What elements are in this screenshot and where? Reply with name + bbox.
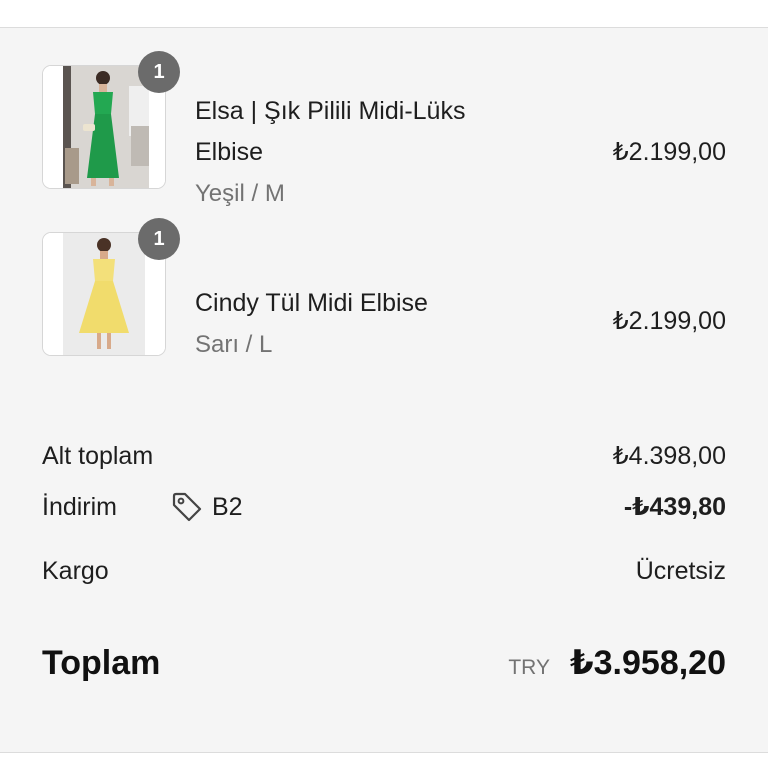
discount-code-chip: B2 (170, 490, 243, 524)
total-amount-group: TRY ₺3.958,20 (508, 638, 726, 693)
discount-label: İndirim (42, 493, 118, 521)
total-label: Toplam (42, 644, 161, 682)
total-value: ₺3.958,20 (569, 644, 726, 682)
shipping-label: Kargo (42, 557, 109, 585)
shipping-value: Ücretsiz (635, 557, 726, 585)
item-name: Cindy Tül Midi Elbise (195, 289, 428, 317)
discount-value: -₺439,80 (623, 493, 726, 521)
discount-row: İndirim B2 -₺439,80 (42, 490, 726, 524)
product-thumbnail-wrapper: 1 (42, 218, 180, 356)
subtotal-row: Alt toplam ₺4.398,00 (42, 439, 726, 473)
item-price: ₺2.199,00 (612, 307, 726, 335)
item-name: Elsa | Şık Pilili Midi-Lüks Elbise (195, 97, 466, 166)
discount-code: B2 (212, 493, 243, 521)
item-variant: Yeşil / M (195, 180, 285, 207)
item-price: ₺2.199,00 (612, 138, 726, 166)
tag-icon (172, 492, 202, 522)
subtotal-label: Alt toplam (42, 442, 154, 470)
currency-code: TRY (508, 656, 550, 679)
quantity-badge: 1 (138, 218, 180, 260)
product-thumbnail-wrapper: 1 (42, 51, 180, 189)
item-info: Cindy Tül Midi Elbise Sarı / L (195, 283, 525, 366)
item-variant: Sarı / L (195, 331, 273, 358)
total-row: Toplam TRY ₺3.958,20 (42, 638, 726, 688)
shipping-row: Kargo Ücretsiz (42, 554, 726, 588)
subtotal-value: ₺4.398,00 (612, 442, 726, 470)
item-info: Elsa | Şık Pilili Midi-Lüks Elbise Yeşil… (195, 91, 525, 215)
quantity-badge: 1 (138, 51, 180, 93)
